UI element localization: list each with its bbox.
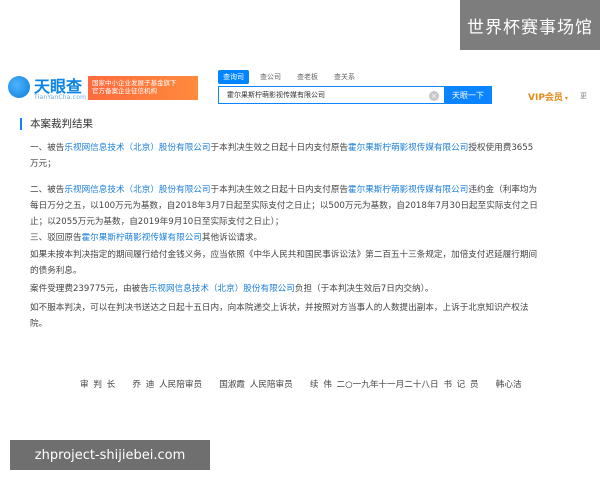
text: 案件受理费239775元，由被告 (30, 284, 149, 294)
appeal-note: 如不服本判决，可以在判决书送达之日起十五日内，向本院递交上诉状，并按照对方当事人… (30, 300, 585, 332)
eye-logo-icon (8, 76, 30, 98)
logo-subtext: TianYanCha.com (34, 94, 87, 101)
text: 违约金（利率均为 (468, 185, 538, 195)
text: 院。 (30, 319, 48, 329)
company-link-defendant[interactable]: 乐视网信息技术（北京）股份有限公司 (64, 143, 210, 153)
vip-menu[interactable]: VIP会员 ▾ (528, 90, 568, 103)
site-header: 天眼查 TianYanCha.com 国家中小企业发展子基金旗下 官方备案企业征… (0, 64, 600, 112)
more-menu[interactable]: 更 (580, 91, 587, 101)
url-watermark-banner: zhproject-shijiebei.com (10, 440, 210, 470)
section-title: 本案裁判结果 (20, 118, 570, 130)
text: 万元； (30, 159, 56, 169)
court-signature-line: 审 判 长 乔 迪 人民陪审员 国淑霞 人民陪审员 续 伟 二○一九年十一月二十… (80, 380, 522, 390)
search-tabs: 查询司 查公司 查老板 查关系 (218, 70, 360, 84)
clear-icon[interactable]: × (429, 91, 439, 101)
text: 三、驳回原告 (30, 233, 82, 243)
tab-company[interactable]: 查公司 (255, 70, 286, 84)
tab-boss[interactable]: 查老板 (292, 70, 323, 84)
text: 一、被告 (30, 143, 65, 153)
text: 其他诉讼请求。 (201, 233, 263, 243)
company-link-plaintiff[interactable]: 霍尔果斯柠萌影视传媒有限公司 (348, 143, 468, 153)
judgment-item-1: 一、被告乐视网信息技术（北京）股份有限公司于本判决生效之日起十日内支付原告霍尔果… (30, 140, 585, 172)
site-watermark-banner: 世界杯赛事场馆 (460, 0, 600, 50)
text: 的债务利息。 (30, 266, 82, 276)
text: 于本判决生效之日起十日内支付原告 (210, 143, 349, 153)
text: 止；以2055万元为基数，自2019年9月10日至实际支付之日止）； (30, 217, 284, 227)
case-fee-note: 案件受理费239775元，由被告乐视网信息技术（北京）股份有限公司负担（于本判决… (30, 281, 585, 297)
tianyancha-logo[interactable]: 天眼查 TianYanCha.com (8, 70, 88, 106)
text: 于本判决生效之日起十日内支付原告 (210, 185, 349, 195)
company-link-plaintiff[interactable]: 霍尔果斯柠萌影视传媒有限公司 (348, 185, 468, 195)
judgment-item-2: 二、被告乐视网信息技术（北京）股份有限公司于本判决生效之日起十日内支付原告霍尔果… (30, 182, 585, 230)
search-input[interactable] (225, 90, 429, 100)
text: 如不服本判决，可以在判决书送达之日起十五日内，向本院递交上诉状，并按照对方当事人… (30, 303, 529, 313)
text: 授权使用费3655 (468, 143, 534, 153)
text: 二、被告 (30, 185, 65, 195)
promo-line-2: 官方备案企业征信机构 (92, 87, 157, 95)
enforcement-note: 如果未按本判决指定的期间履行给付金钱义务，应当依照《中华人民共和国民事诉讼法》第… (30, 247, 585, 279)
text: 负担（于本判决生效后7日内交纳）。 (294, 284, 434, 294)
tab-relation[interactable]: 查关系 (329, 70, 360, 84)
vip-label: VIP会员 (528, 93, 563, 103)
chevron-down-icon: ▾ (564, 95, 568, 102)
company-link-defendant[interactable]: 乐视网信息技术（北京）股份有限公司 (64, 185, 210, 195)
text: 如果未按本判决指定的期间履行给付金钱义务，应当依照《中华人民共和国民事诉讼法》第… (30, 250, 538, 260)
page-frame: 世界杯赛事场馆 天眼查 TianYanCha.com 国家中小企业发展子基金旗下… (0, 0, 600, 480)
promo-line-1: 国家中小企业发展子基金旗下 (92, 79, 177, 87)
text: 每日万分之五，以100万元为基数，自2018年3月7日起至实际支付之日止；以50… (30, 201, 538, 211)
judgment-item-3: 三、驳回原告霍尔果斯柠萌影视传媒有限公司其他诉讼请求。 (30, 230, 585, 246)
company-link-defendant[interactable]: 乐视网信息技术（北京）股份有限公司 (149, 284, 295, 294)
company-link-plaintiff[interactable]: 霍尔果斯柠萌影视传媒有限公司 (82, 233, 202, 243)
tab-search-company[interactable]: 查询司 (218, 70, 249, 84)
search-box: × (218, 86, 444, 104)
search-button[interactable]: 天眼一下 (444, 86, 492, 104)
promo-badge[interactable]: 国家中小企业发展子基金旗下 官方备案企业征信机构 (88, 76, 198, 100)
